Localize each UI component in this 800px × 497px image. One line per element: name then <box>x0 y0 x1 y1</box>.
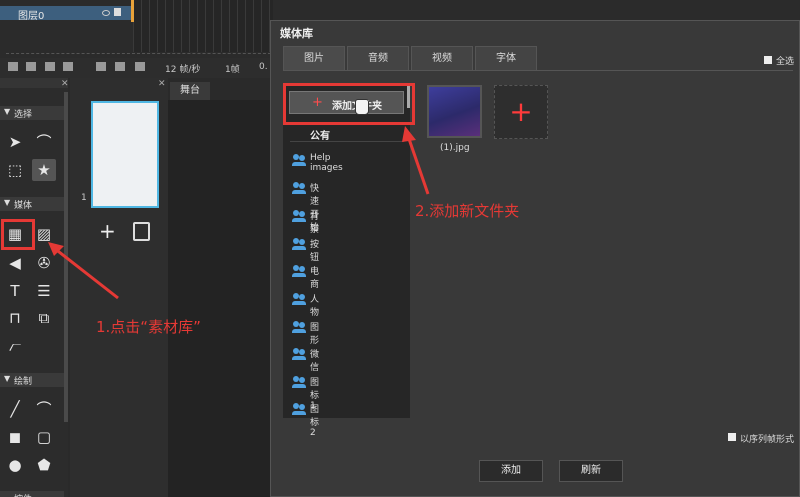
line-tool-icon[interactable]: ╱ <box>3 398 27 420</box>
trash-icon[interactable] <box>45 62 55 71</box>
tab-video[interactable]: 视频 <box>411 46 473 70</box>
tab-stage[interactable]: 舞台 <box>170 82 210 100</box>
sequence-checkbox[interactable] <box>728 433 736 441</box>
step2-annotation: 2.添加新文件夹 <box>415 202 520 220</box>
select-all-label: 全选 <box>776 57 795 67</box>
arrow-annotation <box>48 242 119 300</box>
code-icon[interactable]: ⧉ <box>32 307 56 329</box>
transform-tool-icon[interactable]: ⬚ <box>3 159 27 181</box>
new-layer-icon[interactable] <box>8 62 18 71</box>
frame-icon[interactable] <box>96 62 106 71</box>
add-media-button[interactable]: + <box>494 85 548 139</box>
section-controls[interactable]: 控件 <box>0 491 64 497</box>
collapse-icon: ▼ <box>4 374 11 383</box>
users-icon <box>292 321 308 333</box>
keyframe-icon[interactable] <box>115 62 125 71</box>
frame-grid[interactable] <box>133 0 273 52</box>
visibility-icon[interactable] <box>102 10 110 16</box>
copy-icon[interactable] <box>63 62 73 71</box>
rounded-rect-icon[interactable]: ▢ <box>32 426 56 448</box>
node-tool-icon[interactable]: ⌒ <box>32 131 56 153</box>
add-button[interactable]: 添加 <box>479 460 543 482</box>
time-label: 0. <box>259 62 268 72</box>
blank-frame-icon[interactable] <box>135 62 145 71</box>
folder-icon[interactable] <box>26 62 36 71</box>
page-number: 1 <box>81 193 87 203</box>
playhead[interactable] <box>131 0 134 22</box>
select-all-checkbox[interactable] <box>764 56 772 64</box>
collapse-icon: ▼ <box>4 107 11 116</box>
page-thumbnail[interactable] <box>91 101 159 208</box>
circle-tool-icon[interactable]: ● <box>3 454 27 476</box>
tab-audio[interactable]: 音频 <box>347 46 409 70</box>
chart-icon[interactable]: ⦧ <box>3 335 27 357</box>
section-select[interactable]: ▼ 选择 <box>0 106 64 120</box>
highlight-box <box>1 219 35 250</box>
audio-icon[interactable]: ◀ <box>3 252 27 274</box>
frame-count: 1帧 <box>225 65 240 75</box>
section-media[interactable]: ▼ 媒体 <box>0 197 64 211</box>
arrow-tool-icon[interactable]: ➤ <box>3 131 27 153</box>
fps-label[interactable]: 12 帧/秒 <box>165 62 200 75</box>
users-icon <box>292 293 308 305</box>
shape-select-icon[interactable]: ★ <box>32 159 56 181</box>
media-filename: (1).jpg <box>440 143 470 153</box>
users-icon <box>292 403 308 415</box>
duplicate-page-icon[interactable] <box>133 222 150 241</box>
close-icon[interactable]: ✕ <box>158 79 166 89</box>
slideshow-icon[interactable]: ⊓ <box>3 307 27 329</box>
sequence-label: 以序列帧形式 <box>740 435 795 445</box>
stage-canvas[interactable] <box>168 100 272 497</box>
tab-divider <box>283 70 793 71</box>
lock-icon[interactable] <box>114 8 121 16</box>
close-icon[interactable]: ✕ <box>61 79 69 89</box>
folder-list <box>283 84 410 418</box>
divider <box>6 53 271 55</box>
rectangle-tool-icon[interactable]: ◼ <box>3 426 27 448</box>
curve-tool-icon[interactable]: ⌒ <box>32 398 56 420</box>
highlight-box <box>283 83 415 125</box>
step1-annotation: 1.点击“素材库” <box>96 318 201 336</box>
users-icon <box>292 210 308 222</box>
polygon-tool-icon[interactable]: ⬟ <box>32 454 56 476</box>
arrow-annotation <box>402 126 430 195</box>
collapse-icon: ▼ <box>4 198 11 207</box>
refresh-button[interactable]: 刷新 <box>559 460 623 482</box>
users-icon <box>292 154 308 166</box>
users-icon <box>292 238 308 250</box>
divider <box>290 141 404 142</box>
panel-header <box>0 78 68 88</box>
users-icon <box>292 376 308 388</box>
text-tool-icon[interactable]: T <box>3 280 27 302</box>
public-group-label: 公有 <box>310 131 330 142</box>
tab-fonts[interactable]: 字体 <box>475 46 537 70</box>
users-icon <box>292 265 308 277</box>
tab-images[interactable]: 图片 <box>283 46 345 70</box>
layer-name: 图层0 <box>18 11 45 22</box>
users-icon <box>292 182 308 194</box>
users-icon <box>292 348 308 360</box>
section-draw[interactable]: ▼ 绘制 <box>0 373 64 387</box>
dialog-title: 媒体库 <box>280 27 313 40</box>
